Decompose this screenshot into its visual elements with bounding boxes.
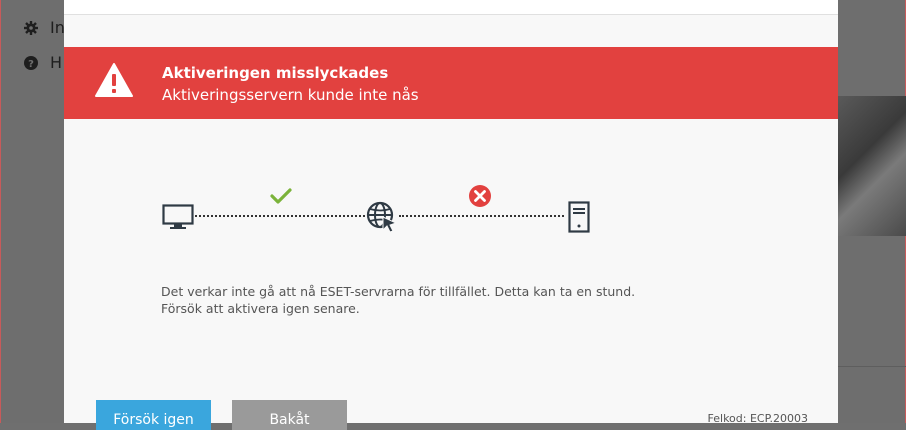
error-circle-icon [468,184,492,212]
error-message-line: Det verkar inte gå att nå ESET-servrarna… [161,284,636,299]
activation-dialog: Aktiveringen misslyckades Aktiveringsser… [64,0,838,430]
banner-subtitle: Aktiveringsservern kunde inte nås [162,86,419,104]
link-line-client-internet [195,215,365,217]
banner-title: Aktiveringen misslyckades [162,64,389,82]
error-banner: Aktiveringen misslyckades Aktiveringsser… [64,47,838,119]
error-message: Det verkar inte gå att nå ESET-servrarna… [161,283,635,317]
checkmark-icon [270,187,292,209]
error-message-line: Försök att aktivera igen senare. [161,301,360,316]
dialog-header-strip [64,0,838,15]
background-nav-label: H [50,52,63,72]
background-nav-item: ? H [24,52,62,72]
computer-icon [162,204,194,234]
svg-text:?: ? [28,59,34,70]
background-divider [838,366,906,367]
background-robot-image [838,96,906,236]
gear-icon [24,20,38,35]
server-icon [568,201,590,237]
back-button[interactable]: Bakåt [232,400,347,430]
link-line-internet-server [399,215,564,217]
warning-triangle-icon [94,62,134,98]
error-code: Felkod: ECP.20003 [707,412,808,425]
help-icon: ? [24,55,38,70]
background-nav-item: In [24,17,65,37]
window-border-left [0,0,1,423]
background-nav-label: In [50,17,65,37]
globe-cursor-icon [366,201,398,237]
retry-button[interactable]: Försök igen [96,400,211,430]
